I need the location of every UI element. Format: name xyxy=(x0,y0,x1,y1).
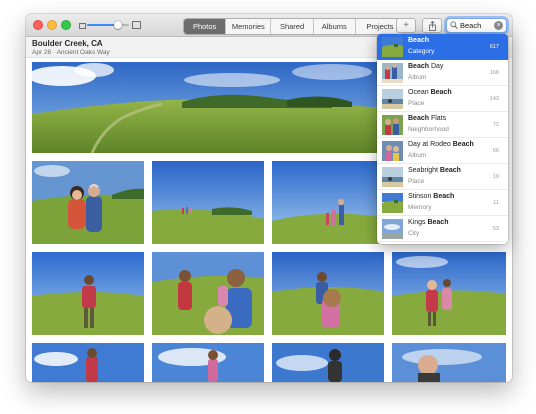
share-icon xyxy=(428,20,436,31)
moment-subtitle: Apr 26 · Ancient Oaks Way xyxy=(32,49,110,56)
panorama-photo[interactable] xyxy=(32,62,384,153)
clear-icon[interactable]: × xyxy=(494,21,503,30)
zoom-slider-knob[interactable] xyxy=(114,21,123,29)
search-icon xyxy=(450,21,458,29)
search-result-name: Seabright Beach xyxy=(408,167,461,174)
search-result-name-prefix: Kings xyxy=(408,219,428,226)
photo-family-walk[interactable] xyxy=(272,161,384,244)
search-result-thumbnail xyxy=(382,115,403,135)
photo-hikers-far[interactable] xyxy=(152,161,264,244)
search-result-item[interactable]: Beach Category 617 xyxy=(377,34,508,60)
zoom-window-button[interactable] xyxy=(61,20,71,30)
search-results-dropdown: Beach Category 617 Beach Day Album 168 Ocean B… xyxy=(377,34,508,244)
minimize-window-button[interactable] xyxy=(47,20,57,30)
add-button[interactable]: + xyxy=(396,18,416,33)
search-result-name-suffix: Flats xyxy=(429,115,447,122)
search-result-match: Beach xyxy=(452,141,474,148)
search-result-match: Beach xyxy=(430,89,452,96)
search-result-type: Album xyxy=(408,74,427,81)
search-result-thumbnail xyxy=(382,63,403,83)
view-tabs: Photos Memories Shared Albums Projects xyxy=(183,18,405,35)
search-result-item[interactable]: Kings Beach City 53 xyxy=(377,216,508,242)
tab-shared[interactable]: Shared xyxy=(271,19,314,34)
photo-girl-running[interactable] xyxy=(272,252,384,335)
search-result-type: Category xyxy=(408,48,435,55)
search-result-match: Beach xyxy=(439,167,461,174)
search-result-thumbnail xyxy=(382,193,403,213)
search-result-name: Stinson Beach xyxy=(408,193,454,200)
photo-kids-backpack[interactable] xyxy=(152,252,264,335)
search-result-item[interactable]: Stinson Beach Memory 11 xyxy=(377,190,508,216)
search-result-match: Beach xyxy=(408,115,430,122)
zoom-out-icon xyxy=(79,23,86,29)
moment-title[interactable]: Boulder Creek, CA xyxy=(32,39,103,48)
search-result-count: 11 xyxy=(493,200,499,206)
photo-girl-red-vest[interactable] xyxy=(32,252,144,335)
search-result-count: 56 xyxy=(492,148,499,154)
search-result-item[interactable]: Day at Rodeo Beach Album 56 xyxy=(377,138,508,164)
search-result-type: Place xyxy=(408,178,425,185)
search-result-type: Place xyxy=(408,100,425,107)
tab-memories[interactable]: Memories xyxy=(226,19,272,34)
close-window-button[interactable] xyxy=(33,20,43,30)
search-result-name-prefix: Ocean xyxy=(408,89,431,96)
search-result-type: Album xyxy=(408,152,427,159)
search-result-type: Neighborhood xyxy=(408,126,449,133)
search-result-name-prefix: Stinson xyxy=(408,193,434,200)
search-result-thumbnail xyxy=(382,167,403,187)
search-result-item[interactable]: Ocean Beach Place 143 xyxy=(377,86,508,112)
search-result-count: 143 xyxy=(489,96,499,102)
search-result-match: Beach xyxy=(427,219,449,226)
zoom-in-icon xyxy=(132,21,141,29)
search-result-type: City xyxy=(408,230,420,237)
search-result-count: 168 xyxy=(489,70,499,76)
search-result-match: Beach xyxy=(408,37,430,44)
search-result-count: 53 xyxy=(492,226,499,232)
search-result-name: Ocean Beach xyxy=(408,89,452,96)
search-result-count: 19 xyxy=(492,174,499,180)
share-button[interactable] xyxy=(422,18,442,33)
tab-albums[interactable]: Albums xyxy=(314,19,356,34)
search-result-match: Beach xyxy=(433,193,455,200)
search-result-count: 72 xyxy=(492,122,499,128)
search-result-count: 617 xyxy=(489,44,499,50)
photo-bottom-2[interactable] xyxy=(152,343,264,382)
photo-bottom-4[interactable] xyxy=(392,343,506,382)
tab-photos[interactable]: Photos xyxy=(184,19,227,34)
photo-bottom-1[interactable] xyxy=(32,343,144,382)
plus-icon: + xyxy=(403,19,409,31)
search-result-name: Day at Rodeo Beach xyxy=(408,141,474,148)
search-result-name-prefix: Seabright xyxy=(408,167,440,174)
search-result-item[interactable]: Beach Flats Neighborhood 72 xyxy=(377,112,508,138)
zoom-slider[interactable] xyxy=(87,21,129,29)
search-result-thumbnail xyxy=(382,37,403,57)
search-result-thumbnail xyxy=(382,89,403,109)
search-input[interactable] xyxy=(460,20,494,31)
search-result-item[interactable]: Beach Day Album 168 xyxy=(377,60,508,86)
photo-girls-hill[interactable] xyxy=(392,252,506,335)
chevron-right-icon[interactable]: › xyxy=(96,39,99,48)
search-result-name: Beach xyxy=(408,37,429,44)
photo-bottom-3[interactable] xyxy=(272,343,384,382)
search-result-name: Kings Beach xyxy=(408,219,448,226)
photo-couple[interactable] xyxy=(32,161,144,244)
search-result-type: Memory xyxy=(408,204,432,211)
search-result-item[interactable]: Seabright Beach Place 19 xyxy=(377,164,508,190)
search-result-name: Beach Day xyxy=(408,63,443,70)
search-field[interactable]: × xyxy=(446,18,507,33)
search-result-thumbnail xyxy=(382,141,403,161)
search-result-thumbnail xyxy=(382,219,403,239)
search-result-match: Beach xyxy=(408,63,430,70)
search-result-name: Beach Flats xyxy=(408,115,446,122)
search-result-name-prefix: Day at Rodeo xyxy=(408,141,453,148)
search-result-name-suffix: Day xyxy=(429,63,444,70)
